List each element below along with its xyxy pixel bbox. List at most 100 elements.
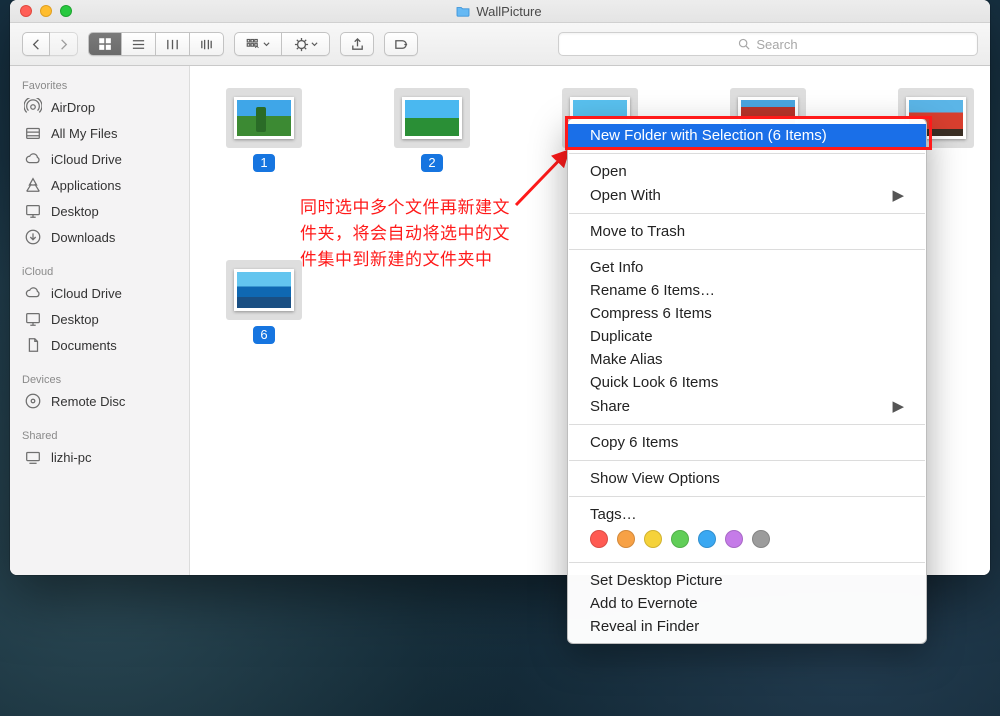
menu-label: Tags… (590, 506, 637, 523)
sidebar-item-iclouddrive[interactable]: iCloud Drive (10, 280, 189, 306)
menu-separator (569, 153, 925, 154)
image-icon (234, 269, 294, 311)
airdrop-icon (24, 98, 42, 116)
tag-color-dot[interactable] (590, 530, 608, 548)
sidebar-group-favorites: Favorites (10, 74, 189, 94)
minimize-button[interactable] (40, 5, 52, 17)
menu-label: Move to Trash (590, 223, 685, 240)
maximize-button[interactable] (60, 5, 72, 17)
menu-label: Show View Options (590, 470, 720, 487)
view-columns-button[interactable] (156, 32, 190, 56)
folder-icon (456, 5, 470, 17)
nav-buttons (22, 32, 78, 56)
tags-group (384, 32, 418, 56)
desktop-icon (24, 310, 42, 328)
menu-label: Rename 6 Items… (590, 282, 715, 299)
tag-color-dot[interactable] (617, 530, 635, 548)
share-group (340, 32, 374, 56)
menu-tags[interactable]: Tags… (568, 503, 926, 526)
sidebar-item-desktop[interactable]: Desktop (10, 198, 189, 224)
arrange-button[interactable] (234, 32, 282, 56)
titlebar[interactable]: WallPicture (10, 0, 990, 23)
menu-set-desktop[interactable]: Set Desktop Picture (568, 569, 926, 592)
menu-separator (569, 562, 925, 563)
sidebar-group-icloud: iCloud (10, 260, 189, 280)
sidebar-item-airdrop[interactable]: AirDrop (10, 94, 189, 120)
window-title-text: WallPicture (476, 4, 541, 19)
view-icons-button[interactable] (88, 32, 122, 56)
sidebar-item-icloud[interactable]: iCloud Drive (10, 146, 189, 172)
file-label: 6 (253, 326, 274, 344)
menu-rename[interactable]: Rename 6 Items… (568, 279, 926, 302)
tags-button[interactable] (384, 32, 418, 56)
menu-make-alias[interactable]: Make Alias (568, 348, 926, 371)
action-button[interactable] (282, 32, 330, 56)
applications-icon (24, 176, 42, 194)
sidebar-label: Desktop (51, 312, 99, 327)
sidebar-label: AirDrop (51, 100, 95, 115)
tag-color-dot[interactable] (698, 530, 716, 548)
menu-label: Reveal in Finder (590, 618, 699, 635)
search-field[interactable]: Search (558, 32, 978, 56)
sidebar-label: Downloads (51, 230, 115, 245)
sidebar[interactable]: Favorites AirDrop All My Files iCloud Dr… (10, 66, 190, 575)
menu-separator (569, 249, 925, 250)
sidebar-label: Applications (51, 178, 121, 193)
menu-get-info[interactable]: Get Info (568, 256, 926, 279)
back-button[interactable] (22, 32, 50, 56)
menu-open[interactable]: Open (568, 160, 926, 183)
view-list-button[interactable] (122, 32, 156, 56)
menu-newfolder-selection[interactable]: New Folder with Selection (6 Items) (568, 124, 926, 147)
menu-label: Make Alias (590, 351, 663, 368)
sidebar-item-remotedisc[interactable]: Remote Disc (10, 388, 189, 414)
downloads-icon (24, 228, 42, 246)
menu-separator (569, 496, 925, 497)
sidebar-item-shared-pc[interactable]: lizhi-pc (10, 444, 189, 470)
submenu-arrow-icon: ▶ (892, 186, 904, 204)
file-label: 1 (253, 154, 274, 172)
traffic-lights (20, 5, 72, 17)
menu-duplicate[interactable]: Duplicate (568, 325, 926, 348)
share-button[interactable] (340, 32, 374, 56)
file-item[interactable]: 2 (394, 88, 470, 172)
menu-reveal-finder[interactable]: Reveal in Finder (568, 615, 926, 638)
annotation-text: 同时选中多个文件再新建文 件夹，将会自动将选中的文 件集中到新建的文件夹中 (300, 195, 510, 273)
tag-color-dot[interactable] (644, 530, 662, 548)
close-button[interactable] (20, 5, 32, 17)
sidebar-item-applications[interactable]: Applications (10, 172, 189, 198)
menu-label: New Folder with Selection (6 Items) (590, 127, 827, 144)
sidebar-item-desktop2[interactable]: Desktop (10, 306, 189, 332)
image-icon (402, 97, 462, 139)
file-item[interactable]: 1 (226, 88, 302, 172)
file-item[interactable]: 6 (226, 260, 302, 344)
annotation-line: 件夹，将会自动将选中的文 (300, 221, 510, 247)
cloud-icon (24, 150, 42, 168)
menu-compress[interactable]: Compress 6 Items (568, 302, 926, 325)
forward-button[interactable] (50, 32, 78, 56)
view-coverflow-button[interactable] (190, 32, 224, 56)
menu-open-with[interactable]: Open With ▶ (568, 183, 926, 207)
menu-label: Add to Evernote (590, 595, 698, 612)
sidebar-item-allmyfiles[interactable]: All My Files (10, 120, 189, 146)
menu-label: Open With (590, 187, 661, 204)
search-placeholder: Search (756, 37, 797, 52)
annotation-line: 件集中到新建的文件夹中 (300, 247, 510, 273)
tag-color-dot[interactable] (725, 530, 743, 548)
sidebar-group-devices: Devices (10, 368, 189, 388)
arrange-action-segment (234, 32, 330, 56)
menu-view-options[interactable]: Show View Options (568, 467, 926, 490)
allfiles-icon (24, 124, 42, 142)
menu-share[interactable]: Share▶ (568, 394, 926, 418)
image-icon (234, 97, 294, 139)
tag-color-dot[interactable] (671, 530, 689, 548)
sidebar-item-documents[interactable]: Documents (10, 332, 189, 358)
sidebar-label: iCloud Drive (51, 286, 122, 301)
menu-quicklook[interactable]: Quick Look 6 Items (568, 371, 926, 394)
menu-label: Get Info (590, 259, 643, 276)
sidebar-item-downloads[interactable]: Downloads (10, 224, 189, 250)
menu-move-trash[interactable]: Move to Trash (568, 220, 926, 243)
menu-evernote[interactable]: Add to Evernote (568, 592, 926, 615)
menu-label: Copy 6 Items (590, 434, 678, 451)
tag-color-dot[interactable] (752, 530, 770, 548)
menu-copy[interactable]: Copy 6 Items (568, 431, 926, 454)
